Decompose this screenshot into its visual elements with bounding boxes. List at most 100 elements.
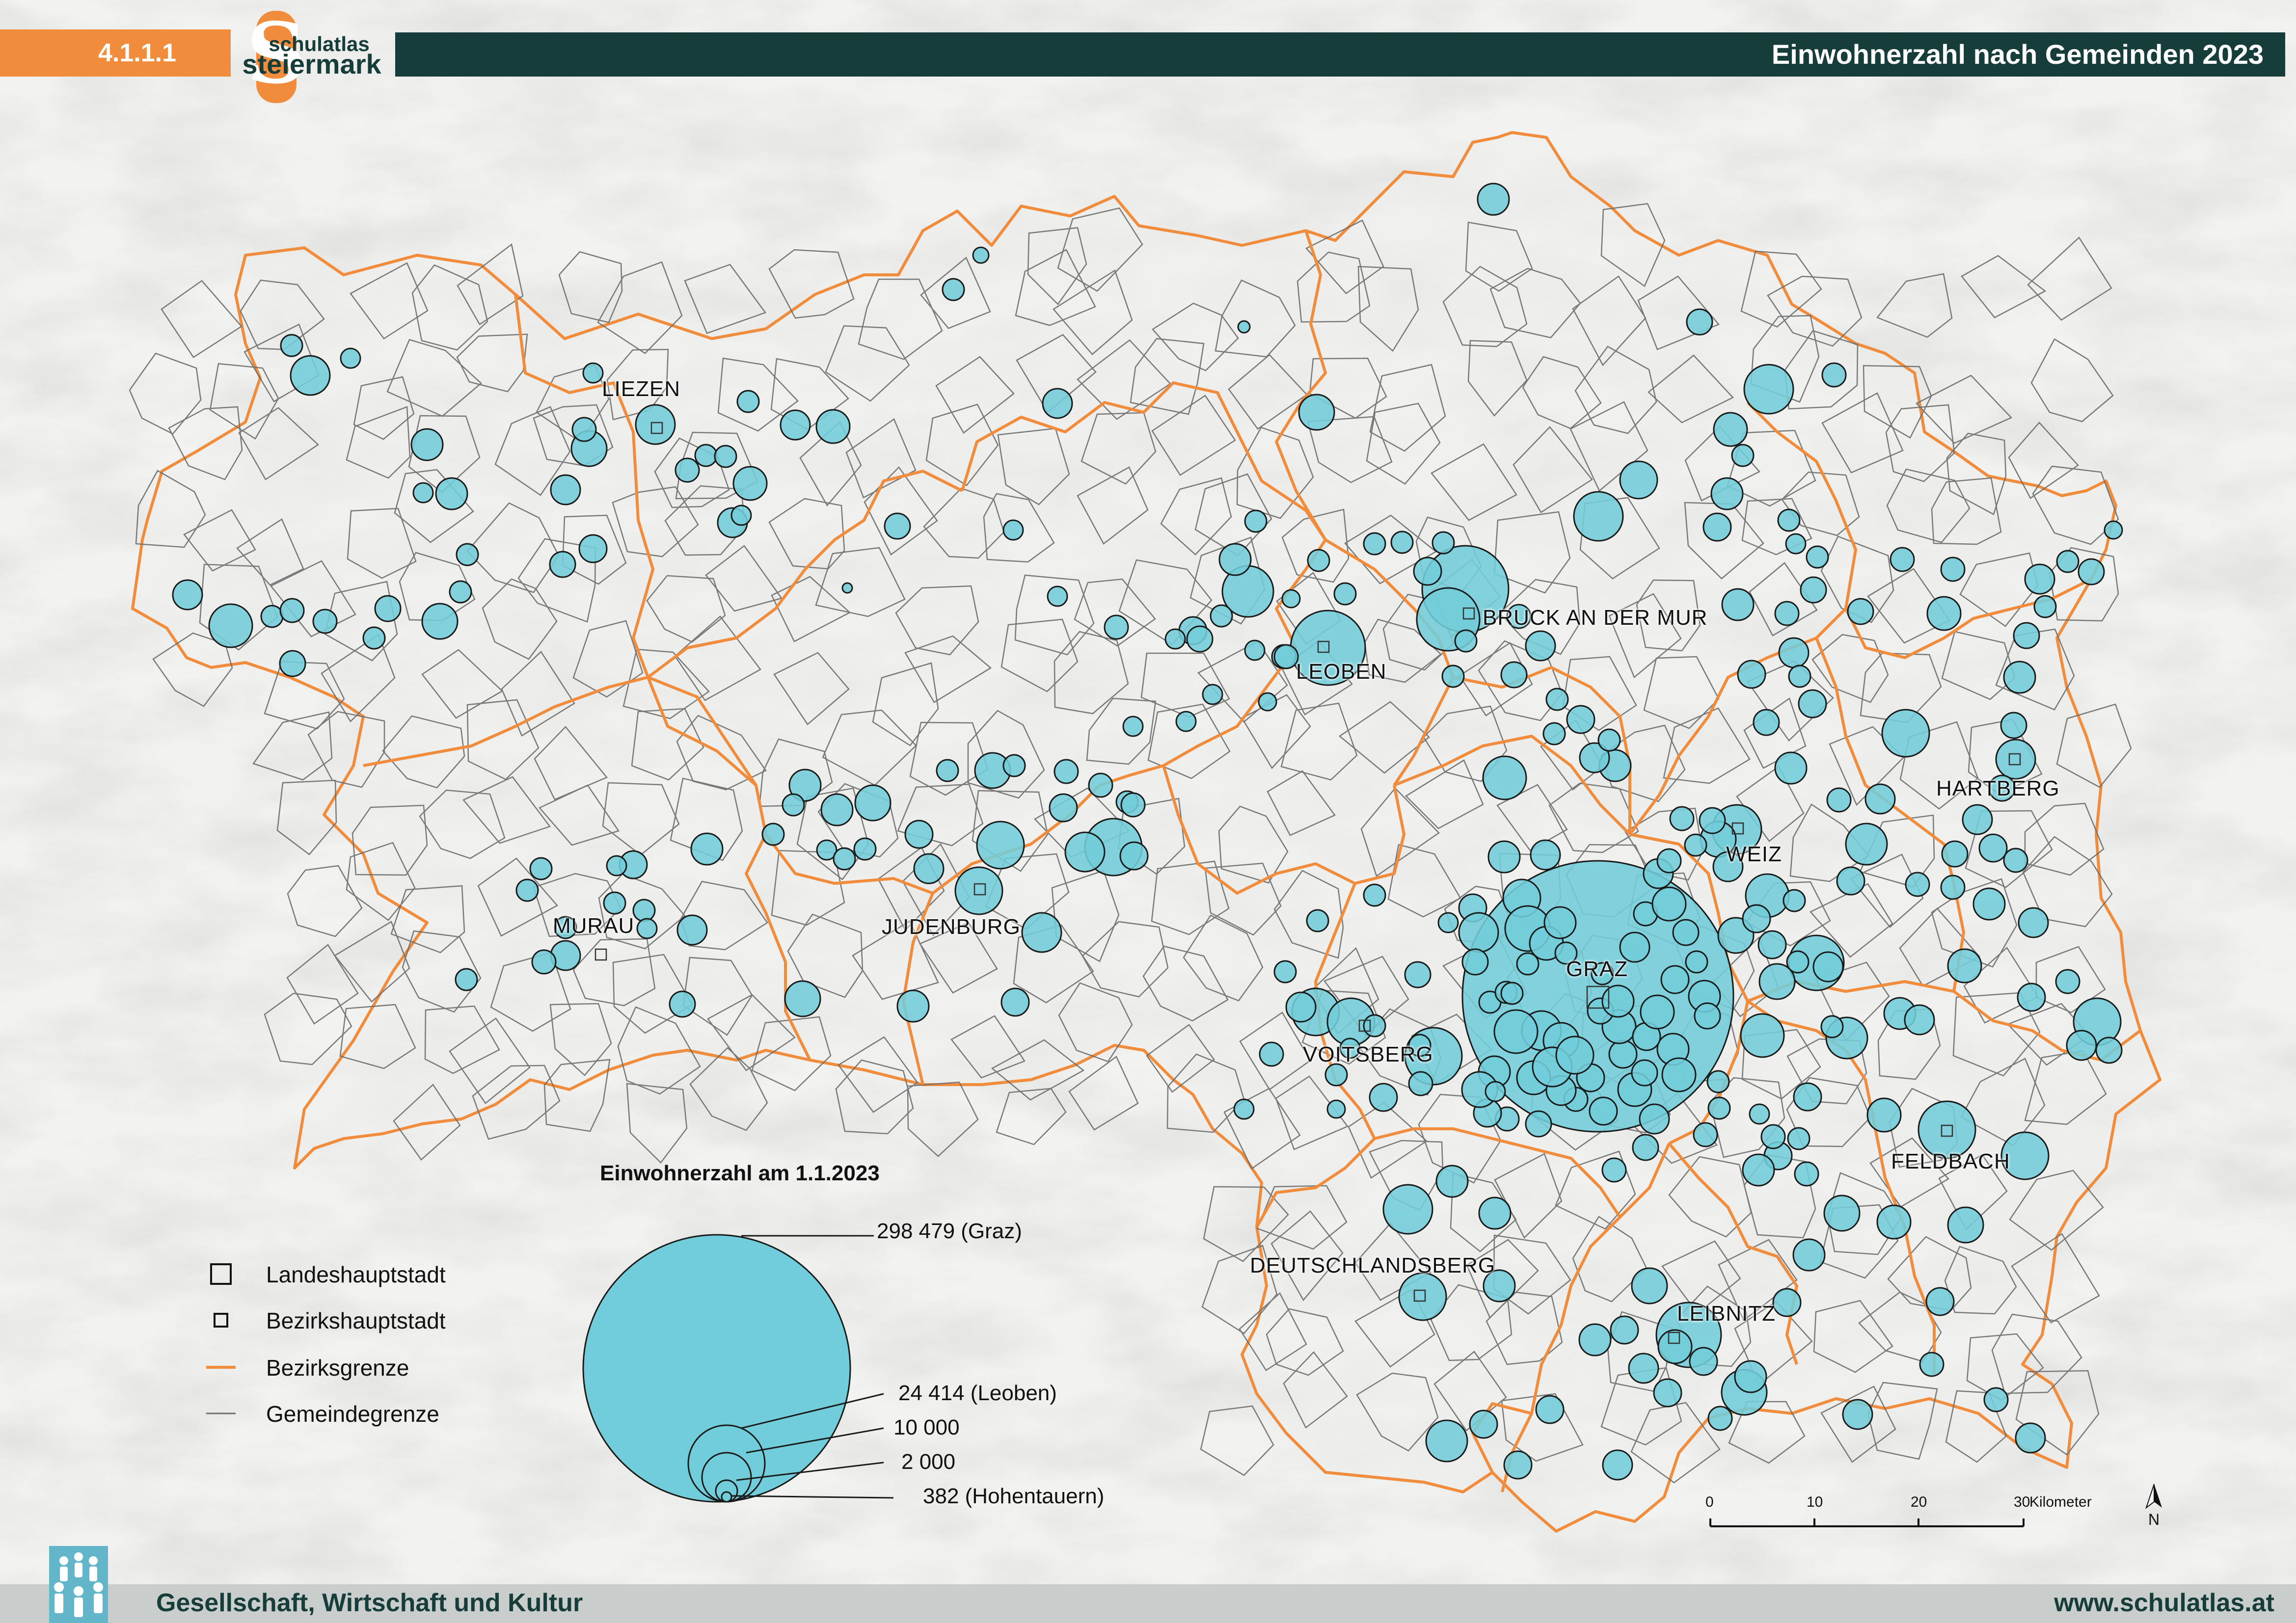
population-circle <box>714 445 737 468</box>
population-circle <box>732 466 768 501</box>
legend-title: Einwohnerzahl am 1.1.2023 <box>600 1161 880 1185</box>
population-circle <box>1487 840 1521 874</box>
population-circle <box>1628 1353 1659 1384</box>
population-circle <box>1876 1204 1912 1240</box>
population-circle <box>1940 875 1966 900</box>
population-circle <box>2018 907 2049 938</box>
population-circle <box>1657 1329 1693 1364</box>
population-circle <box>1656 848 1682 874</box>
population-circle <box>606 855 627 877</box>
population-circle <box>1631 1059 1658 1087</box>
population-circle <box>455 968 478 991</box>
population-circle <box>1777 508 1801 532</box>
population-circle <box>1757 930 1787 959</box>
population-circle <box>1631 1267 1668 1304</box>
population-circle <box>340 347 361 369</box>
population-circle <box>1120 792 1146 818</box>
population-circle <box>1363 1014 1386 1038</box>
population-circle <box>1640 994 1675 1030</box>
population-circle <box>374 595 402 622</box>
population-circle <box>976 821 1025 870</box>
population-circle <box>675 457 700 483</box>
population-circle <box>1940 557 1966 582</box>
population-circle <box>1500 982 1524 1005</box>
population-circle <box>1800 576 1827 604</box>
population-circle <box>1826 787 1852 813</box>
population-circle <box>1947 1206 1984 1244</box>
population-circle <box>435 477 468 510</box>
population-circle <box>1273 960 1297 984</box>
population-circle <box>896 989 930 1023</box>
population-circle <box>1285 991 1317 1023</box>
population-circle <box>676 914 708 946</box>
population-circle <box>1425 1419 1468 1463</box>
legend-item-label: Landeshauptstadt <box>266 1262 446 1287</box>
population-circle <box>1525 630 1556 662</box>
population-circle <box>1545 688 1569 711</box>
population-circle <box>1273 644 1299 669</box>
population-circle <box>854 784 891 822</box>
population-circle <box>1686 308 1713 336</box>
population-circle <box>1941 840 1969 868</box>
population-circle <box>1363 883 1386 907</box>
population-circle <box>1806 545 1829 569</box>
population-circle <box>2078 558 2105 585</box>
population-circle <box>531 949 557 975</box>
population-circle <box>1435 1165 1469 1198</box>
population-circle <box>1002 519 1024 541</box>
population-circle <box>571 417 597 442</box>
population-circle <box>1525 1110 1552 1138</box>
population-circle <box>972 246 990 264</box>
population-circle <box>1542 722 1566 745</box>
legend-item-landeshauptstadt: Landeshauptstadt <box>206 1259 550 1289</box>
population-circle <box>1482 755 1527 800</box>
population-circle <box>1233 1098 1255 1120</box>
population-circle <box>1244 639 1266 661</box>
population-circle <box>2033 595 2057 618</box>
population-circle <box>913 853 945 884</box>
population-circle <box>449 580 472 604</box>
population-circle <box>1164 628 1186 650</box>
population-circle <box>1398 1272 1447 1321</box>
population-circle <box>1408 1071 1433 1096</box>
population-circle <box>1306 909 1329 932</box>
population-circle <box>853 837 877 861</box>
population-circle <box>1881 709 1930 758</box>
population-circle <box>942 278 965 301</box>
place-label-bruck-an-der-mur: BRUCK AN DER MUR <box>1483 606 1708 630</box>
population-circle <box>841 582 853 594</box>
population-circle <box>1000 987 1030 1017</box>
small-square-icon <box>214 1313 228 1328</box>
population-circle <box>1866 1097 1902 1133</box>
footer-website-link[interactable]: www.schulatlas.at <box>2054 1588 2274 1618</box>
population-circle <box>1693 1122 1718 1147</box>
population-circle <box>1734 1360 1767 1393</box>
population-circle <box>1437 912 1459 933</box>
population-circle <box>1669 806 1695 831</box>
population-circle <box>1333 582 1357 606</box>
population-circle <box>410 428 444 461</box>
scale-bar <box>1709 1518 2025 1527</box>
population-circle <box>1731 444 1755 467</box>
population-circle <box>2095 1037 2123 1064</box>
population-circle <box>1707 1096 1731 1120</box>
population-circle <box>780 409 811 441</box>
population-circle <box>1088 772 1113 798</box>
population-circle <box>730 505 752 526</box>
population-circle <box>1042 388 1073 419</box>
legend-item-label: Bezirksgrenze <box>266 1355 409 1381</box>
orange-line-icon <box>206 1366 236 1369</box>
population-circle <box>1119 841 1149 871</box>
place-label-judenburg: JUDENBURG <box>882 915 1021 939</box>
place-label-feldbach: FELDBACH <box>1891 1149 2010 1173</box>
population-circle <box>1454 629 1478 653</box>
population-circle <box>1753 709 1780 736</box>
population-circle <box>1785 533 1807 555</box>
population-circle <box>1925 1287 1955 1316</box>
population-circle <box>1639 1103 1670 1135</box>
population-circle <box>1258 692 1277 712</box>
population-circle <box>1259 1041 1284 1067</box>
population-circle <box>1823 1195 1861 1232</box>
gray-line-icon <box>206 1412 236 1414</box>
population-circle <box>1298 394 1335 431</box>
